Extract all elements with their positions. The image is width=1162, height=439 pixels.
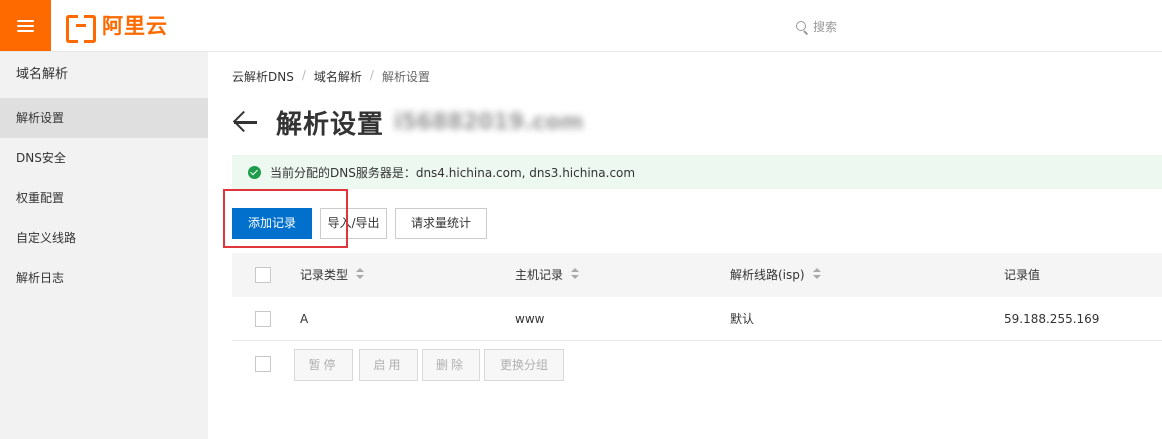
search-box[interactable]: 搜索 [796, 18, 837, 35]
batch-actions: 暂停 启用 删除 更换分组 [232, 341, 1162, 389]
menu-button[interactable] [0, 0, 51, 51]
page-title: 解析设置 [276, 109, 385, 140]
table-row: A www 默认 59.188.255.169 [232, 297, 1162, 341]
column-header-type[interactable]: 记录类型 [300, 253, 365, 297]
dns-server-alert: 当前分配的DNS服务器是：dns4.hichina.com, dns3.hich… [232, 155, 1162, 189]
aliyun-logo-icon [66, 15, 96, 43]
row-checkbox[interactable] [255, 311, 271, 327]
back-arrow-icon[interactable] [232, 109, 258, 135]
request-stats-button[interactable]: 请求量统计 [395, 208, 487, 239]
alert-text: 当前分配的DNS服务器是：dns4.hichina.com, dns3.hich… [270, 165, 636, 180]
breadcrumb: 云解析DNS / 域名解析 / 解析设置 [232, 68, 430, 85]
sidebar-item-custom-line[interactable]: 自定义线路 [0, 218, 208, 258]
sidebar-item-resolve-settings[interactable]: 解析设置 [0, 98, 208, 138]
sidebar-item-weight-config[interactable]: 权重配置 [0, 178, 208, 218]
select-all-checkbox[interactable] [255, 267, 271, 283]
cell-record-type: A [300, 312, 309, 326]
page-header: 解析设置 i56882019.com [232, 104, 583, 140]
logo[interactable]: 阿里云 [66, 14, 168, 43]
column-header-value: 记录值 [1004, 268, 1041, 282]
toolbar: 添加记录 导入/导出 请求量统计 [223, 189, 495, 248]
sort-icon[interactable] [571, 268, 580, 280]
hamburger-icon [17, 19, 34, 32]
breadcrumb-current: 解析设置 [381, 70, 430, 84]
check-circle-icon [248, 165, 261, 179]
cell-resolve-line: 默认 [730, 312, 755, 326]
delete-button[interactable]: 删除 [422, 349, 480, 381]
enable-button[interactable]: 启用 [359, 349, 418, 381]
sidebar-item-dns-security[interactable]: DNS安全 [0, 138, 208, 178]
cell-host-record: www [515, 312, 545, 326]
search-placeholder: 搜索 [813, 20, 838, 34]
import-export-button[interactable]: 导入/导出 [320, 208, 387, 239]
search-icon [796, 20, 808, 33]
top-bar: 阿里云 搜索 [0, 0, 1162, 52]
sidebar: 域名解析 解析设置 DNS安全 权重配置 自定义线路 解析日志 [0, 52, 208, 439]
breadcrumb-cloud-dns[interactable]: 云解析DNS [232, 68, 294, 85]
batch-select-checkbox[interactable] [255, 356, 271, 372]
domain-name: i56882019.com [394, 109, 584, 135]
cell-record-value: 59.188.255.169 [1004, 312, 1100, 326]
records-table: 记录类型 主机记录 解析线路(isp) 记录值 A www 默认 59.188.… [232, 253, 1162, 389]
sort-icon[interactable] [356, 268, 365, 280]
pause-button[interactable]: 暂停 [294, 349, 353, 381]
logo-text: 阿里云 [102, 14, 168, 38]
breadcrumb-separator: / [301, 68, 306, 82]
sidebar-title: 域名解析 [16, 67, 69, 82]
sidebar-item-resolve-log[interactable]: 解析日志 [0, 258, 208, 298]
main-content: 云解析DNS / 域名解析 / 解析设置 解析设置 i56882019.com … [208, 52, 1162, 439]
sort-icon[interactable] [812, 268, 821, 280]
change-group-button[interactable]: 更换分组 [484, 349, 564, 381]
column-header-host[interactable]: 主机记录 [515, 253, 580, 297]
table-header: 记录类型 主机记录 解析线路(isp) 记录值 [232, 253, 1162, 297]
breadcrumb-separator: / [369, 68, 374, 82]
breadcrumb-domain-resolve[interactable]: 域名解析 [314, 68, 362, 85]
column-header-line[interactable]: 解析线路(isp) [730, 253, 821, 297]
add-record-button[interactable]: 添加记录 [232, 208, 312, 239]
